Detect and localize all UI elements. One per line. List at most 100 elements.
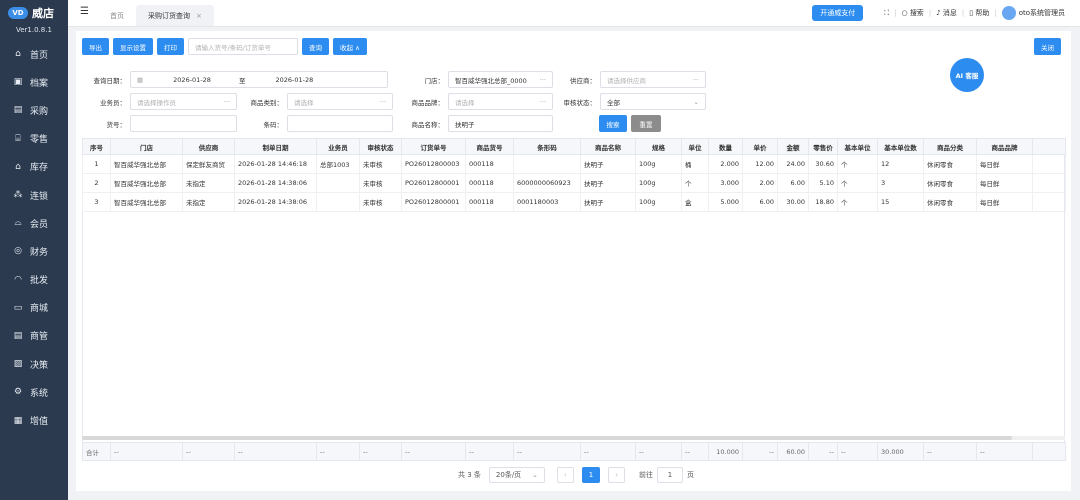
ai-service-button[interactable]: AI 客服: [950, 58, 984, 92]
product-name-input[interactable]: 扶明子: [448, 115, 553, 132]
table-cell: [513, 154, 581, 174]
column-header[interactable]: 商品名称: [580, 138, 636, 155]
messages-link[interactable]: ♪ 消息: [936, 8, 957, 18]
column-header[interactable]: 门店: [110, 138, 183, 155]
fullscreen-icon[interactable]: ⛶: [884, 9, 889, 18]
column-header[interactable]: 规格: [635, 138, 682, 155]
table-row[interactable]: 2 智百威华强北总部 未指定 2026-01-28 14:38:06 未审核 PO2601…: [82, 173, 1066, 193]
sidebar-item-label: 商城: [30, 304, 49, 315]
column-header[interactable]: 单位: [681, 138, 709, 155]
sidebar-item-inventory[interactable]: ⌂ 库存: [0, 153, 68, 181]
footer-cell: --: [742, 442, 778, 461]
column-header[interactable]: 制单日期: [234, 138, 317, 155]
audit-select[interactable]: 全部 ⌄: [600, 93, 706, 110]
table-cell: 12.00: [742, 154, 778, 174]
table-cell: 18.80: [808, 192, 838, 212]
sidebar-item-finance[interactable]: ◎ 财务: [0, 237, 68, 265]
collapse-button[interactable]: 收起 ∧: [333, 38, 367, 55]
search-label: 搜索: [909, 9, 924, 17]
quick-search-input[interactable]: 请输入货号/条码/订货单号: [188, 38, 298, 55]
table-cell: 总部1003: [316, 154, 360, 174]
category-filter: 商品类别： 请选择 ···: [239, 93, 393, 110]
supplier-filter: 供应商： 请选择供应商 ···: [546, 71, 706, 88]
search-button[interactable]: 搜索: [599, 115, 627, 132]
sidebar-item-home[interactable]: ⌂ 首页: [0, 40, 68, 68]
pagination: 共 3 条 20条/页 ⌄ ‹ 1 › 前往 1 页: [458, 467, 694, 483]
export-button[interactable]: 导出: [82, 38, 109, 55]
query-button[interactable]: 查询: [302, 38, 329, 55]
column-header[interactable]: 数量: [708, 138, 743, 155]
audit-label: 审核状态：: [563, 98, 597, 107]
table-cell: 未审核: [359, 192, 402, 212]
sidebar-item-retail[interactable]: ⌸ 零售: [0, 125, 68, 153]
column-header[interactable]: 零售价: [808, 138, 838, 155]
print-button[interactable]: 打印: [157, 38, 184, 55]
brand-select[interactable]: 请选择 ···: [448, 93, 553, 110]
user-menu[interactable]: oto系统管理员: [1001, 6, 1065, 20]
column-header[interactable]: 业务员: [316, 138, 360, 155]
table-cell: 扶明子: [580, 154, 636, 174]
column-header[interactable]: 商品分类: [923, 138, 977, 155]
orders-table: 序号 门店 供应商 制单日期 业务员 审核状态 订货单号 商品货号 条形码 商品名称 规格 单位 数量单…: [82, 138, 1066, 212]
column-header[interactable]: 订货单号: [401, 138, 466, 155]
menu-toggle-icon[interactable]: ☰: [80, 6, 89, 17]
category-select[interactable]: 请选择 ···: [287, 93, 393, 110]
sidebar-item-merchant[interactable]: ▤ 商管: [0, 322, 68, 350]
table-cell: 盒: [681, 192, 709, 212]
sidebar-item-system[interactable]: ⚙ 系统: [0, 378, 68, 406]
decision-icon: ▨: [13, 359, 23, 370]
sidebar-item-decision[interactable]: ▨ 决策: [0, 350, 68, 378]
prev-page-button[interactable]: ‹: [556, 467, 574, 483]
product-name-label: 商品名称：: [411, 120, 445, 129]
code-input[interactable]: [130, 115, 237, 132]
sidebar-item-chain[interactable]: ⁂ 连锁: [0, 181, 68, 209]
scrollbar-thumb[interactable]: [82, 436, 1012, 440]
column-header[interactable]: 商品货号: [465, 138, 514, 155]
sidebar-item-member[interactable]: ⌓ 会员: [0, 209, 68, 237]
next-page-button[interactable]: ›: [608, 467, 625, 483]
table-cell: 100g: [635, 173, 682, 193]
tab-home[interactable]: 首页: [98, 5, 136, 26]
column-header[interactable]: 金额: [777, 138, 809, 155]
barcode-input[interactable]: [287, 115, 393, 132]
app-logo[interactable]: VD 威店: [0, 0, 68, 26]
column-header[interactable]: 审核状态: [359, 138, 402, 155]
table-cell: 未指定: [182, 173, 235, 193]
table-cell: 智百威华强北总部: [110, 173, 183, 193]
tab-purchase-order-query[interactable]: 采购订货查询 ×: [136, 5, 214, 26]
sidebar-item-wholesale[interactable]: ◠ 批发: [0, 266, 68, 294]
chain-icon: ⁂: [13, 190, 23, 201]
footer-cell: --: [976, 442, 1033, 461]
sidebar-item-label: 会员: [30, 219, 49, 230]
open-pay-button[interactable]: 开通威支付: [812, 5, 864, 21]
help-link[interactable]: ▯ 帮助: [969, 8, 989, 18]
reset-button[interactable]: 重置: [631, 115, 661, 132]
table-row[interactable]: 3 智百威华强北总部 未指定 2026-01-28 14:38:06 未审核 PO2601…: [82, 192, 1066, 212]
table-row[interactable]: 1 智百威华强北总部 保定鲜友商贸 2026-01-28 14:46:18 总部1003…: [82, 154, 1066, 174]
sidebar-item-purchase[interactable]: ▤ 采购: [0, 96, 68, 124]
supplier-select[interactable]: 请选择供应商 ···: [600, 71, 706, 88]
close-button[interactable]: 关闭: [1034, 38, 1061, 55]
column-header[interactable]: 单价: [742, 138, 778, 155]
date-range-input[interactable]: ▦ 2026-01-28 至 2026-01-28: [130, 71, 388, 88]
column-header[interactable]: 商品品牌: [976, 138, 1033, 155]
sidebar-item-addon[interactable]: ▦ 增值: [0, 406, 68, 434]
sidebar-item-mall[interactable]: ▭ 商城: [0, 294, 68, 322]
search-link[interactable]: ○ 搜索: [901, 8, 923, 18]
salesman-select[interactable]: 请选择操作员 ···: [130, 93, 237, 110]
page-size-select[interactable]: 20条/页 ⌄: [488, 467, 545, 483]
horizontal-scrollbar[interactable]: [82, 436, 1065, 440]
page-number-1[interactable]: 1: [581, 467, 601, 483]
close-icon[interactable]: ×: [196, 12, 202, 20]
table-cell: 2026-01-28 14:38:06: [234, 192, 317, 212]
goto-page-input[interactable]: 1: [657, 467, 683, 483]
column-header[interactable]: 序号: [82, 138, 111, 155]
store-select[interactable]: 智百威华强北总部_0000 ···: [448, 71, 553, 88]
column-header[interactable]: 条形码: [513, 138, 581, 155]
sidebar-item-archive[interactable]: ▣ 档案: [0, 68, 68, 96]
column-header[interactable]: 基本单位数: [877, 138, 924, 155]
column-header[interactable]: 基本单位: [837, 138, 878, 155]
column-header[interactable]: 供应商: [182, 138, 235, 155]
display-settings-button[interactable]: 显示设置: [113, 38, 153, 55]
footer-cell: --: [580, 442, 636, 461]
